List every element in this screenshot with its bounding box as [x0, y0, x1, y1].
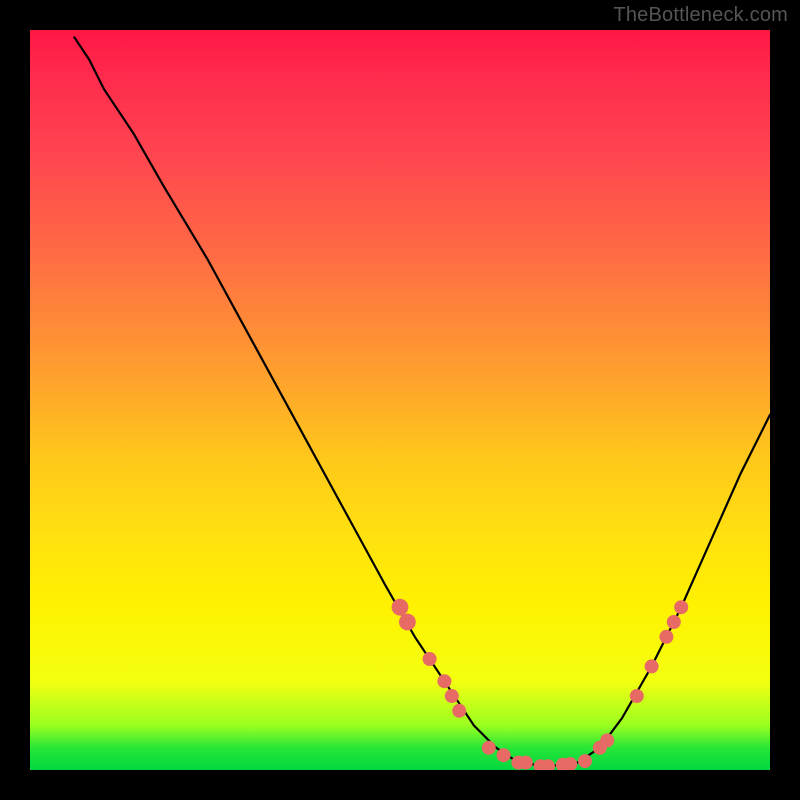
- marker-dot: [452, 704, 466, 718]
- chart-container: TheBottleneck.com: [0, 0, 800, 800]
- marker-dot: [399, 614, 416, 631]
- watermark-text: TheBottleneck.com: [613, 4, 788, 27]
- marker-dot: [674, 600, 688, 614]
- marker-dot: [445, 689, 459, 703]
- marker-dot: [659, 630, 673, 644]
- marker-dot: [423, 652, 437, 666]
- plot-area: [30, 30, 770, 770]
- curve-svg: [30, 30, 770, 770]
- bottleneck-curve: [74, 37, 770, 766]
- marker-dot: [600, 733, 614, 747]
- marker-dot: [482, 741, 496, 755]
- marker-dot: [578, 754, 592, 768]
- marker-dot: [645, 659, 659, 673]
- marker-dot: [519, 756, 533, 770]
- marker-dot: [392, 599, 409, 616]
- marker-group: [392, 599, 689, 770]
- marker-dot: [630, 689, 644, 703]
- marker-dot: [667, 615, 681, 629]
- marker-dot: [497, 748, 511, 762]
- marker-dot: [437, 674, 451, 688]
